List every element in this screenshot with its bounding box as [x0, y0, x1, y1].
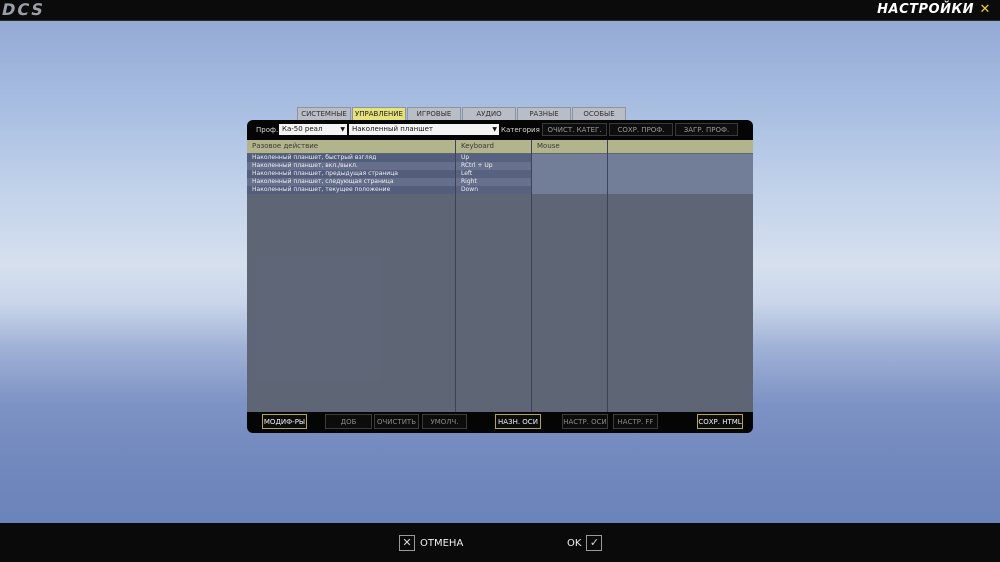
tab-special[interactable]: ОСОБЫЕ: [572, 107, 626, 120]
action-cell: Наколенный планшет, вкл./выкл.: [247, 162, 455, 170]
modifiers-button[interactable]: МОДИФ-РЫ: [262, 414, 307, 429]
device-cell[interactable]: [532, 162, 753, 170]
keyboard-cell[interactable]: Left: [456, 170, 531, 178]
keyboard-cell[interactable]: Up: [456, 154, 531, 162]
default-button[interactable]: УМОЛЧ.: [422, 414, 467, 429]
column-header-extra[interactable]: [608, 140, 753, 153]
table-row[interactable]: Наколенный планшет, следующая страница R…: [247, 178, 753, 186]
column-divider: [607, 140, 608, 412]
table-header: Разовое действие Keyboard Mouse: [247, 140, 753, 153]
close-icon: ✕: [399, 535, 415, 551]
action-cell: Наколенный планшет, быстрый взгляд: [247, 154, 455, 162]
ok-button[interactable]: OK ✓: [562, 533, 603, 553]
controls-panel: Проф. Ка-50 реал ▼ Наколенный планшет ▼ …: [247, 120, 753, 433]
action-cell: Наколенный планшет, предыдущая страница: [247, 170, 455, 178]
chevron-down-icon: ▼: [492, 126, 497, 133]
ok-label: OK: [567, 537, 582, 549]
tab-controls[interactable]: УПРАВЛЕНИЕ: [352, 107, 406, 120]
save-html-button[interactable]: СОХР. HTML: [697, 414, 743, 429]
keyboard-cell[interactable]: Right: [456, 178, 531, 186]
bindings-table: Разовое действие Keyboard Mouse Наколенн…: [247, 140, 753, 412]
column-divider: [531, 140, 532, 412]
controls-toolbar: Проф. Ка-50 реал ▼ Наколенный планшет ▼ …: [247, 120, 753, 147]
window-title: НАСТРОЙКИ: [877, 2, 974, 17]
force-feedback-tune-button[interactable]: НАСТР. FF: [613, 414, 658, 429]
table-row[interactable]: Наколенный планшет, вкл./выкл. RCtrl + U…: [247, 162, 753, 170]
cancel-label: ОТМЕНА: [420, 537, 464, 549]
device-cell[interactable]: [532, 170, 753, 178]
category-label: Категория: [501, 126, 540, 134]
table-row[interactable]: Наколенный планшет, текущее положение Do…: [247, 186, 753, 194]
category-select-value: Наколенный планшет: [352, 125, 434, 133]
clear-button[interactable]: ОЧИСТИТЬ: [374, 414, 419, 429]
dialog-footer: ✕ ОТМЕНА OK ✓: [0, 523, 1000, 562]
checkmark-icon: ✓: [586, 535, 603, 551]
clear-category-button[interactable]: ОЧИСТ. КАТЕГ.: [542, 123, 607, 136]
profile-label: Проф.: [256, 126, 279, 134]
profile-select[interactable]: Ка-50 реал ▼: [279, 124, 347, 135]
tab-misc[interactable]: РАЗНЫЕ: [517, 107, 571, 120]
title-bar: DCS НАСТРОЙКИ ✕: [0, 0, 1000, 21]
keyboard-cell[interactable]: RCtrl + Up: [456, 162, 531, 170]
device-cell[interactable]: [532, 178, 753, 186]
axis-assign-button[interactable]: НАЗН. ОСИ: [495, 414, 541, 429]
load-profile-button[interactable]: ЗАГР. ПРОФ.: [675, 123, 738, 136]
dcs-logo: DCS: [0, 0, 47, 19]
tab-gameplay[interactable]: ИГРОВЫЕ: [407, 107, 461, 120]
cancel-button[interactable]: ✕ ОТМЕНА: [399, 533, 468, 553]
action-cell: Наколенный планшет, следующая страница: [247, 178, 455, 186]
axis-tune-button[interactable]: НАСТР. ОСИ: [562, 414, 608, 429]
bindings-actions: МОДИФ-РЫ ДОБ ОЧИСТИТЬ УМОЛЧ. НАЗН. ОСИ Н…: [247, 412, 753, 433]
column-header-mouse[interactable]: Mouse: [532, 140, 607, 153]
column-header-action[interactable]: Разовое действие: [247, 140, 455, 153]
chevron-down-icon: ▼: [340, 126, 345, 133]
column-header-keyboard[interactable]: Keyboard: [456, 140, 531, 153]
profile-select-value: Ка-50 реал: [282, 125, 323, 133]
tab-system[interactable]: СИСТЕМНЫЕ: [297, 107, 351, 120]
keyboard-cell[interactable]: Down: [456, 186, 531, 194]
action-cell: Наколенный планшет, текущее положение: [247, 186, 455, 194]
table-row[interactable]: Наколенный планшет, быстрый взгляд Up: [247, 154, 753, 162]
table-row[interactable]: Наколенный планшет, предыдущая страница …: [247, 170, 753, 178]
device-cell[interactable]: [532, 186, 753, 194]
category-select[interactable]: Наколенный планшет ▼: [349, 124, 499, 135]
close-icon[interactable]: ✕: [978, 2, 992, 18]
add-button[interactable]: ДОБ: [325, 414, 372, 429]
tab-audio[interactable]: АУДИО: [462, 107, 516, 120]
device-cell[interactable]: [532, 154, 753, 162]
save-profile-as-button[interactable]: СОХР. ПРОФ. КАК: [609, 123, 673, 147]
column-divider: [455, 140, 456, 412]
